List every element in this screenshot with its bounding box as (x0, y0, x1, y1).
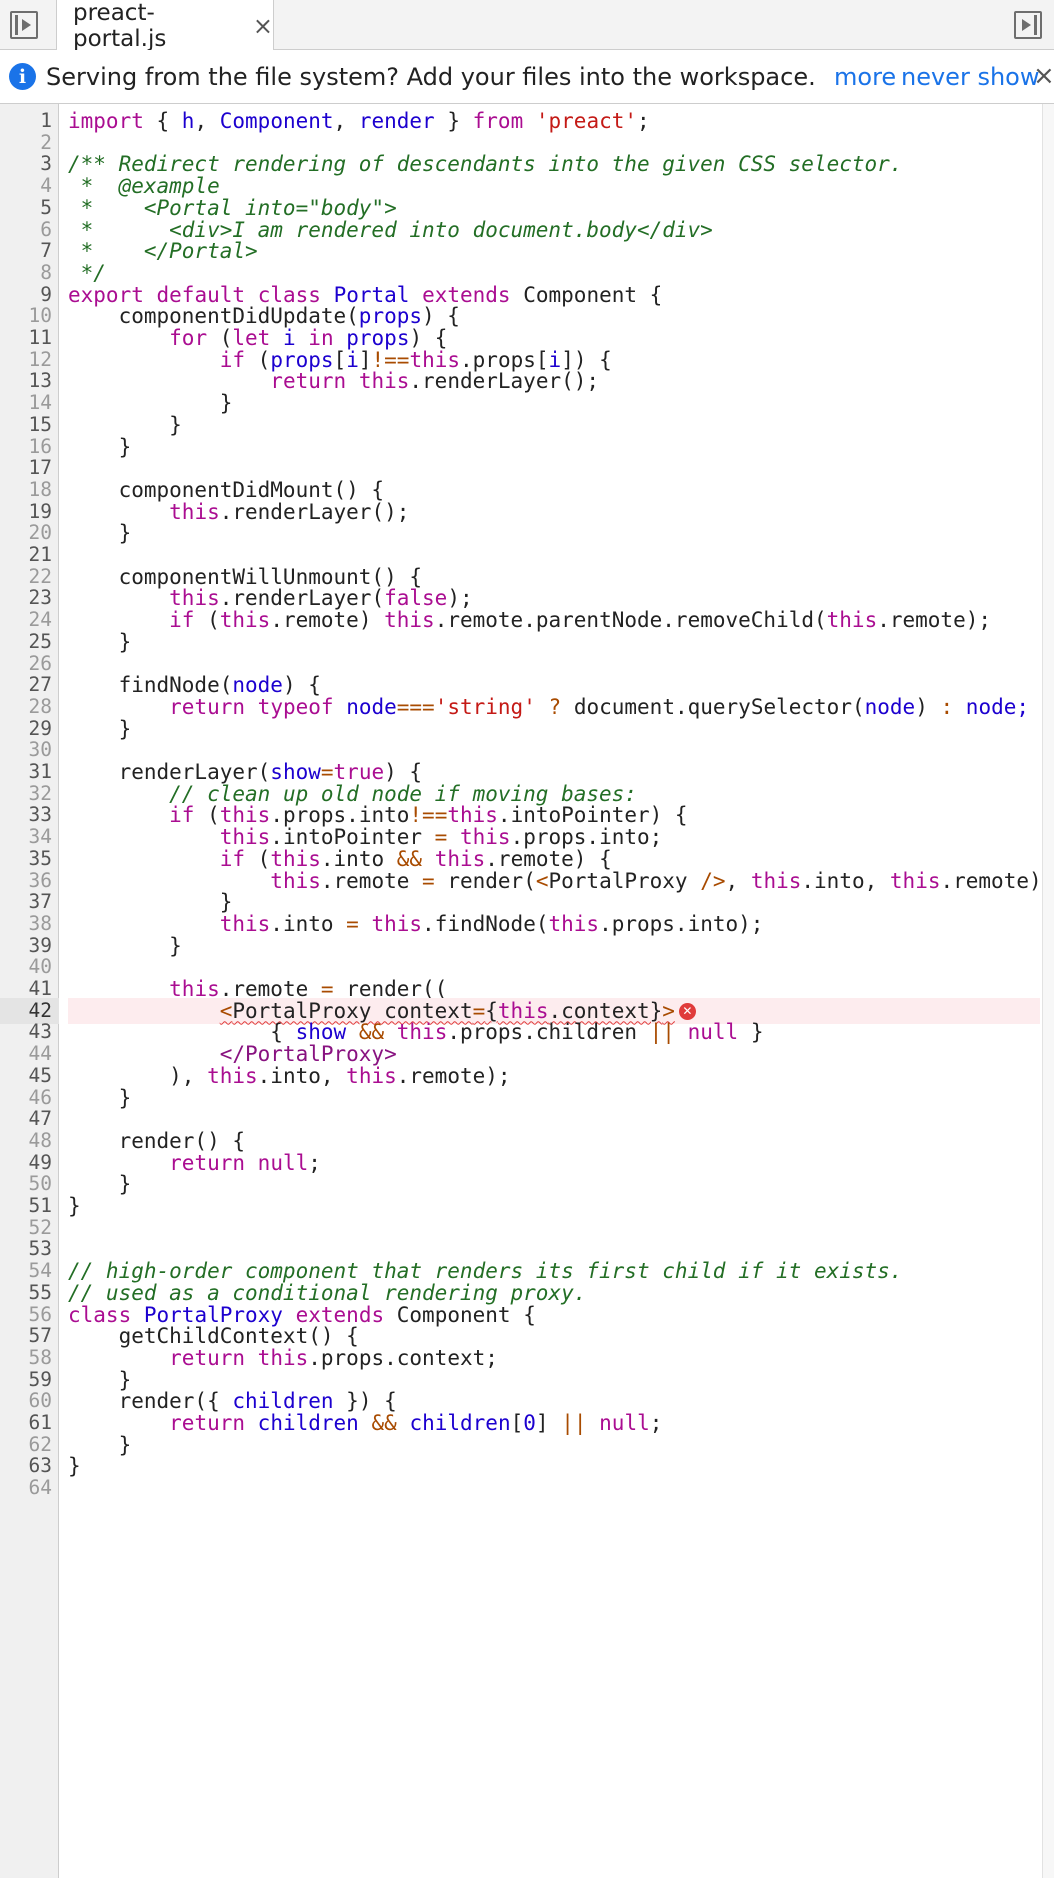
info-bar: i Serving from the file system? Add your… (0, 50, 1054, 104)
error-icon[interactable]: ✕ (678, 1003, 696, 1021)
info-message: Serving from the file system? Add your f… (46, 63, 816, 91)
toggle-debugger-icon[interactable] (1014, 11, 1042, 39)
tab-bar: preact-portal.js × (0, 0, 1054, 52)
toggle-navigator-icon[interactable] (10, 11, 38, 39)
tab-label: preact-portal.js (73, 0, 167, 52)
more-link[interactable]: more (834, 63, 896, 91)
code-editor[interactable]: 1 2 3 4 5 6 7 8 9 10 11 12 13 14 15 16 17 18 19 20 21 22 23 24 2… (0, 104, 1054, 1878)
vertical-scrollbar[interactable] (1042, 104, 1054, 1878)
tab-preact-portal[interactable]: preact-portal.js × (56, 0, 274, 52)
line-number[interactable]: 64 (0, 1475, 52, 1501)
code-area[interactable]: import { h, Component, render } from 'pr… (68, 104, 1040, 1878)
code-line[interactable] (68, 1475, 1040, 1501)
never-show-link[interactable]: never show (901, 63, 1039, 91)
line-number-gutter[interactable]: 1 2 3 4 5 6 7 8 9 10 11 12 13 14 15 16 17 18 19 20 21 22 23 24 2… (0, 104, 59, 1878)
close-icon[interactable]: × (253, 12, 273, 40)
info-icon: i (9, 63, 36, 90)
close-icon[interactable]: × (1033, 61, 1054, 91)
